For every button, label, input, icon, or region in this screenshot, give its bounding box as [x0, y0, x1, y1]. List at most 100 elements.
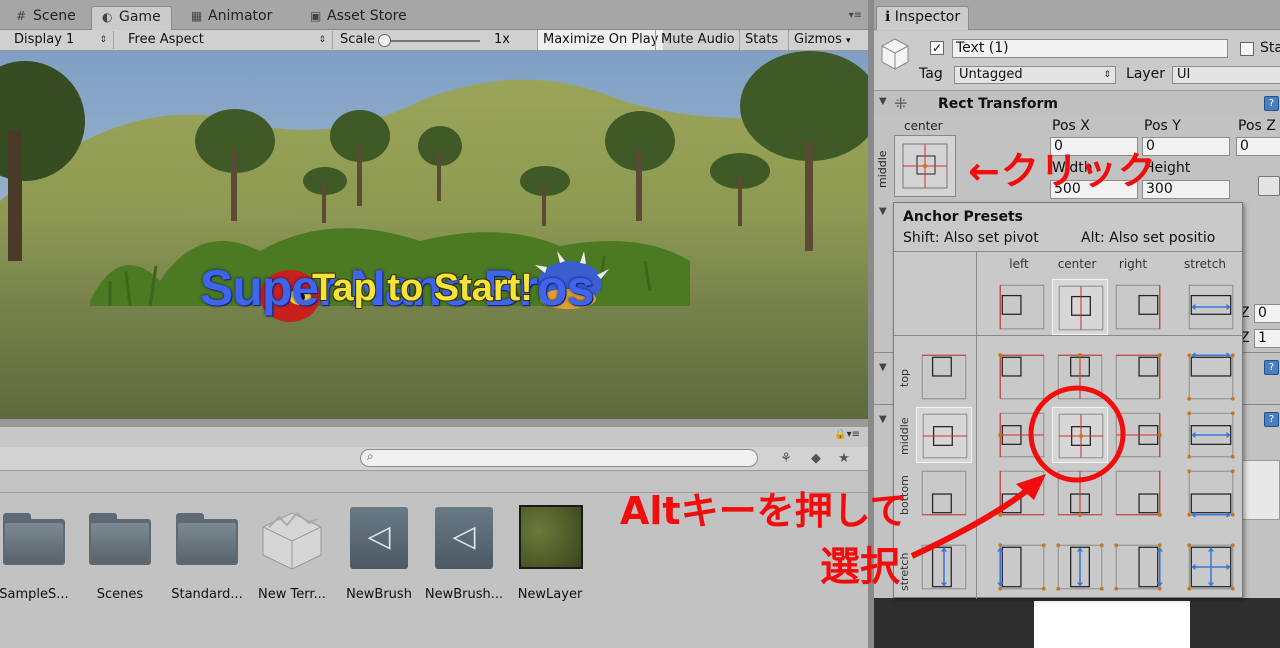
anchor-preset-middle-stretch[interactable] [1183, 407, 1239, 463]
tap-to-start-text: Tap to Start! [312, 267, 533, 309]
pos-z-field[interactable]: 0 [1236, 137, 1280, 156]
anchor-preset-middle-none[interactable] [916, 407, 972, 463]
tab-menu-icon[interactable]: ▾≡ [849, 10, 862, 21]
anchor-preset-bottom-center[interactable] [1052, 465, 1108, 521]
game-pacman-icon: ◐ [102, 10, 113, 24]
favorite-star-icon[interactable]: ★ [834, 451, 854, 467]
anchor-preset-middle-left[interactable] [994, 407, 1050, 463]
inspector-field-box[interactable] [1240, 460, 1280, 520]
lock-icon[interactable]: 🔒▾≡ [834, 429, 860, 440]
filter-by-type-icon[interactable]: ⚘ [776, 451, 796, 467]
anchor-preset-top-left[interactable] [994, 349, 1050, 405]
tab-animator[interactable]: ▦ Animator [181, 6, 282, 30]
gizmos-label: Gizmos [794, 32, 842, 47]
rect-transform-title: Rect Transform [938, 96, 1059, 112]
anchor-preset-top-stretch[interactable] [1183, 349, 1239, 405]
scale-z-field-2[interactable]: 1 [1254, 329, 1280, 348]
anchor-presets-popup: Anchor Presets Shift: Also set pivot Alt… [893, 202, 1243, 599]
mute-audio-toggle[interactable]: Mute Audio [655, 30, 740, 50]
maximize-on-play-toggle[interactable]: Maximize On Play [537, 30, 664, 50]
alt-hint: Alt: Also set positio [1081, 230, 1216, 246]
asset-item-folder[interactable]: Standard... [167, 505, 247, 602]
tab-animator-label: Animator [208, 8, 273, 24]
anchor-preset-stretch-stretch[interactable] [1183, 539, 1239, 595]
asset-item-terrain[interactable]: New Terr... [252, 505, 332, 602]
pos-x-label: Pos X [1052, 118, 1090, 134]
tag-dropdown[interactable]: Untagged ⇕ [954, 66, 1116, 84]
asset-label: Standard... [171, 587, 243, 602]
rect-transform-header[interactable]: ▼ ⁜ Rect Transform ? [874, 92, 1280, 116]
anchor-preset-bottom-none[interactable] [916, 465, 972, 521]
filter-by-label-icon[interactable]: ◆ [806, 451, 826, 467]
annotation-click-text: ←クリック [968, 149, 1157, 193]
asset-item-folder[interactable]: Scenes [80, 505, 160, 602]
anchor-preset-button[interactable] [894, 135, 956, 197]
anchor-preset-bottom-stretch[interactable] [1183, 465, 1239, 521]
asset-item-folder[interactable]: SampleS... [0, 505, 74, 602]
anchor-preset-bottom-left[interactable] [994, 465, 1050, 521]
active-checkbox[interactable]: ✓ [930, 41, 944, 55]
scale-slider-knob[interactable] [378, 34, 391, 47]
anchor-preset-middle-center[interactable] [1052, 407, 1108, 463]
aspect-dropdown-value: Free Aspect [128, 32, 204, 47]
anchor-preset-middle-right[interactable] [1110, 407, 1166, 463]
anchor-preset-icon [1056, 543, 1104, 591]
anchor-preset-icon [1115, 412, 1162, 458]
anchor-preset-stretch-left[interactable] [994, 539, 1050, 595]
game-viewport[interactable]: Super Nano Bros Tap to Start! [0, 51, 868, 419]
annotation-select-text: 選択 [820, 544, 900, 590]
anchor-preset-icon [1058, 285, 1104, 331]
tab-scene-label: Scene [33, 8, 76, 24]
layer-dropdown[interactable]: UI [1172, 66, 1280, 84]
project-search-input[interactable]: ⌕ [360, 449, 758, 467]
anchor-preset-icon [921, 470, 967, 516]
anchor-preset-icon [1057, 470, 1103, 517]
display-dropdown[interactable]: Display 1 ⇕ [4, 31, 114, 49]
anchor-preset-stretch-center[interactable] [1052, 539, 1108, 595]
tab-game[interactable]: ◐ Game [91, 6, 172, 30]
stats-toggle[interactable]: Stats [739, 30, 783, 50]
scale-z-field[interactable]: 0 [1254, 304, 1280, 323]
game-toolbar: Display 1 ⇕ Free Aspect ⇕ Scale 1x Maximiz… [0, 30, 868, 51]
asset-item-brush[interactable]: ◁ NewBrush... [424, 505, 504, 602]
tab-inspector-label: Inspector [894, 9, 961, 25]
anchor-preset-none-right[interactable] [1110, 279, 1166, 335]
asset-item-layer[interactable]: NewLayer [510, 505, 590, 602]
asset-label: New Terr... [258, 587, 326, 602]
help-book-icon[interactable]: ? [1264, 96, 1279, 111]
anchor-preset-icon [998, 353, 1045, 400]
anchor-preset-top-right[interactable] [1110, 349, 1166, 405]
help-book-icon[interactable]: ? [1264, 360, 1279, 375]
anchor-preset-top-center[interactable] [1052, 349, 1108, 405]
column-label-center: center [1057, 257, 1097, 271]
anchor-preset-stretch-none[interactable] [916, 539, 972, 595]
panel-splitter[interactable] [0, 419, 868, 427]
anchor-preset-top-none[interactable] [916, 349, 972, 405]
tab-scene[interactable]: # Scene [6, 6, 86, 30]
anchor-preset-none-stretch[interactable] [1183, 279, 1239, 335]
static-checkbox[interactable] [1240, 42, 1254, 56]
gizmos-dropdown[interactable]: Gizmos ▾ [788, 30, 856, 50]
anchor-preset-icon [922, 413, 968, 459]
asset-item-brush[interactable]: ◁ NewBrush [339, 505, 419, 602]
anchor-preset-bottom-right[interactable] [1110, 465, 1166, 521]
aspect-dropdown[interactable]: Free Aspect ⇕ [118, 31, 333, 49]
anchor-preset-none-center[interactable] [1052, 279, 1108, 335]
anchor-preset-icon [921, 354, 967, 400]
fold-triangle-icon: ▼ [879, 96, 887, 107]
help-book-icon[interactable]: ? [1264, 412, 1279, 427]
tab-asset-store[interactable]: ▣ Asset Store [300, 6, 417, 30]
inspector-tab-bar: ℹ Inspector [874, 0, 1280, 30]
anchor-presets-title: Anchor Presets [903, 209, 1023, 225]
object-name-field[interactable]: Text (1) [952, 39, 1228, 58]
anchor-preset-stretch-right[interactable] [1110, 539, 1166, 595]
anchor-preset-none-left[interactable] [994, 279, 1050, 335]
tag-label: Tag [919, 66, 943, 82]
tab-inspector[interactable]: ℹ Inspector [876, 6, 970, 30]
anchor-preset-icon [1187, 543, 1235, 591]
anchor-preset-icon [1115, 470, 1162, 517]
scale-slider-track[interactable] [380, 40, 480, 42]
display-dropdown-value: Display 1 [14, 32, 75, 47]
game-scene-image [0, 51, 868, 419]
blueprint-mode-button[interactable] [1258, 176, 1280, 196]
